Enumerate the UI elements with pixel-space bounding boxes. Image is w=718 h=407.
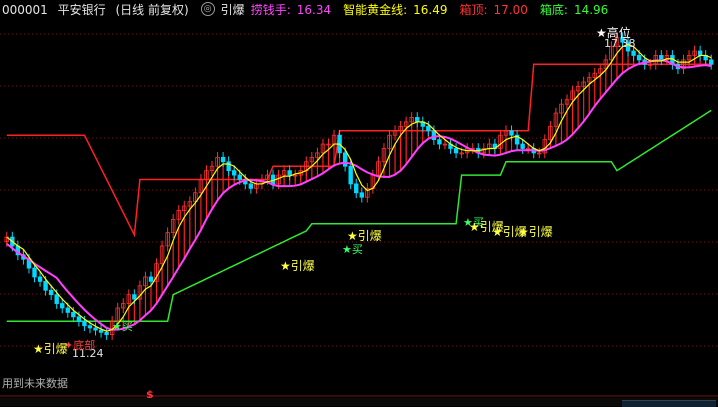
- future-data-notice: 用到未来数据: [2, 377, 68, 390]
- candle-body: [65, 307, 70, 313]
- candle-body: [93, 327, 98, 331]
- candle-body: [71, 312, 76, 318]
- candle-body: [237, 174, 242, 180]
- candle-body: [226, 161, 231, 172]
- burst-signal: ★引爆: [518, 225, 553, 239]
- candle-body: [709, 59, 714, 65]
- bottom-label: ✦底部: [64, 338, 95, 352]
- burst-signal: ★引爆: [347, 229, 382, 243]
- candle-body: [354, 183, 359, 194]
- bottom-scrollbar[interactable]: [0, 398, 718, 406]
- period-label: (日线 前复权): [115, 2, 189, 17]
- item-2: 箱顶: 17.00: [459, 2, 528, 17]
- candle-body: [342, 152, 348, 167]
- item-1: 智能黄金线: 16.49: [343, 2, 448, 17]
- item-3: 箱底: 14.96: [539, 2, 609, 17]
- kline-chart[interactable]: ★高位17.3811.24✦底部★买★买★买★引爆★引爆★引爆★引爆★引爆★引爆: [0, 0, 718, 406]
- high-price: 17.38: [604, 37, 636, 50]
- candle-body: [453, 148, 459, 154]
- burst-signal: ★引爆: [33, 342, 68, 356]
- candle-body: [359, 192, 364, 198]
- candle-body: [132, 294, 137, 300]
- burst-signal: ★引爆: [280, 259, 315, 273]
- box-bottom-line: [6, 109, 712, 323]
- indicator-name[interactable]: 引爆: [221, 1, 245, 18]
- buy-signal: ★买: [112, 320, 133, 333]
- candle-body: [509, 130, 514, 136]
- candle-body: [32, 267, 37, 278]
- stock-code: 000001: [2, 2, 48, 17]
- candle-body: [520, 143, 525, 149]
- candle-body: [231, 170, 237, 176]
- candle-body: [415, 117, 420, 123]
- candle-body: [431, 130, 437, 141]
- candle-body: [76, 316, 82, 322]
- candle-body: [220, 156, 226, 163]
- buy-signal: ★买: [342, 243, 363, 256]
- settings-icon[interactable]: ◎: [200, 2, 215, 16]
- candle-body: [148, 276, 154, 282]
- candle-body: [104, 331, 109, 335]
- chart-header: 000001 平安银行 (日线 前复权) ◎ 引爆 捞钱手: 16.34 智能黄金…: [2, 1, 620, 17]
- candle-body: [426, 125, 431, 132]
- candle-body: [82, 320, 87, 327]
- candle-body: [659, 55, 664, 61]
- candle-body: [98, 329, 104, 333]
- money-line: [6, 59, 712, 331]
- candle-body: [348, 165, 353, 185]
- candle-body: [37, 276, 43, 282]
- stock-title: 000001 平安银行 (日线 前复权): [2, 1, 195, 18]
- item-0: 捞钱手: 16.34: [250, 2, 332, 17]
- stock-name: 平安银行: [57, 2, 106, 17]
- candle-body: [248, 183, 254, 189]
- candle-body: [437, 139, 442, 145]
- candle-body: [636, 55, 642, 61]
- candle-body: [697, 50, 703, 56]
- candle-body: [87, 325, 93, 329]
- candle-body: [48, 289, 54, 296]
- candle-body: [54, 294, 59, 304]
- candle-body: [287, 170, 292, 176]
- candle-body: [43, 280, 48, 291]
- candle-body: [60, 303, 65, 309]
- candle-body: [631, 50, 636, 56]
